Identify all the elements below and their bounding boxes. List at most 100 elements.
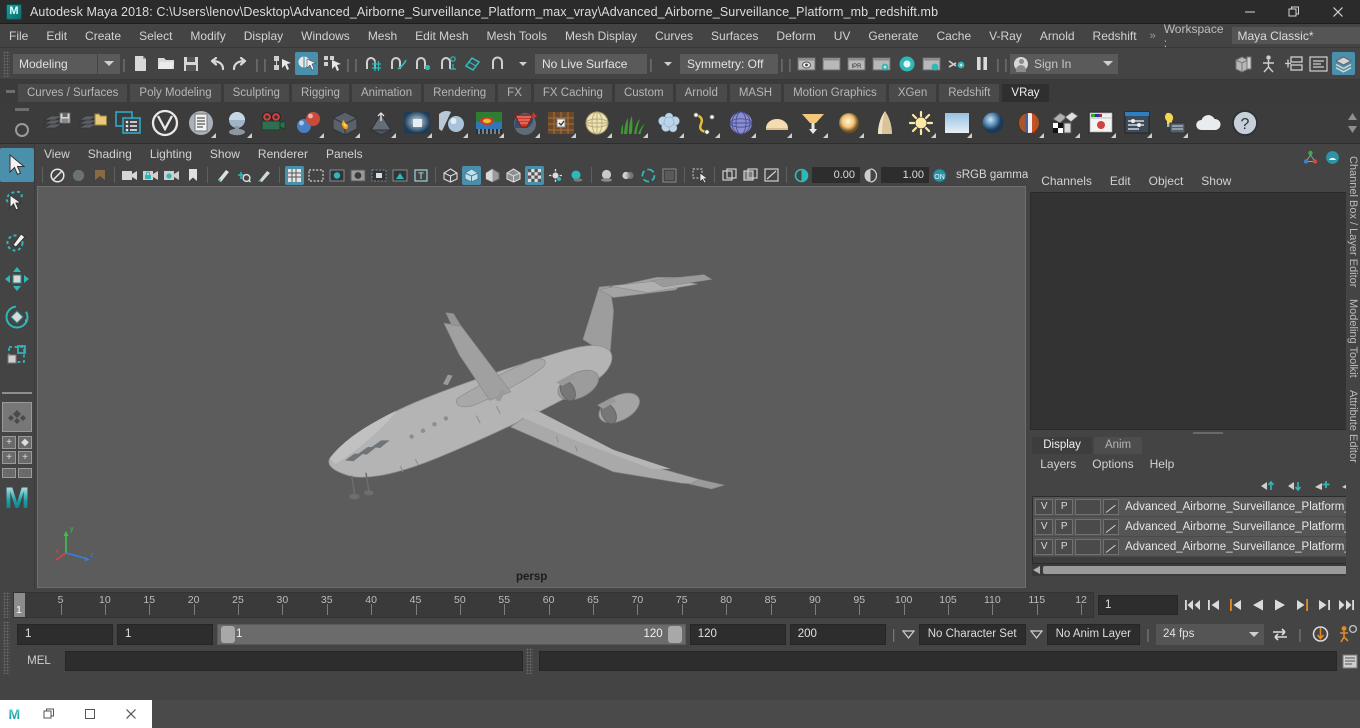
- layout-preset-outliner[interactable]: [2, 468, 16, 478]
- menu-uv[interactable]: UV: [825, 24, 860, 48]
- rangeslider-drag-handle[interactable]: [3, 621, 10, 647]
- exposure-reset-icon[interactable]: [762, 166, 781, 185]
- shelf-tab-poly-modeling[interactable]: Poly Modeling: [129, 83, 222, 102]
- layer-visibility-toggle[interactable]: V: [1035, 538, 1054, 555]
- layer-display-type-toggle[interactable]: [1075, 538, 1102, 555]
- menu-overflow-icon[interactable]: »: [1146, 30, 1160, 42]
- command-language-label[interactable]: MEL: [16, 655, 62, 667]
- vray-lens-effects-icon[interactable]: [544, 106, 578, 140]
- redo-button[interactable]: [229, 52, 252, 75]
- layout-preset-persp[interactable]: ◆: [18, 436, 32, 449]
- animation-preferences-button[interactable]: [1336, 622, 1360, 646]
- menu-mesh-tools[interactable]: Mesh Tools: [478, 24, 556, 48]
- shelf-settings-icon[interactable]: [15, 123, 29, 138]
- layout-presets-grid-2[interactable]: [2, 468, 32, 478]
- shelf-tab-animation[interactable]: Animation: [350, 83, 423, 102]
- viewport-menu-view[interactable]: View: [35, 144, 79, 164]
- select-tool[interactable]: [0, 148, 34, 182]
- perspective-viewport[interactable]: y z x persp: [37, 186, 1027, 588]
- vray-help-icon[interactable]: ?: [1228, 106, 1262, 140]
- layout-preset-four[interactable]: +: [18, 451, 32, 464]
- menu-vray[interactable]: V-Ray: [980, 24, 1031, 48]
- layer-visibility-toggle[interactable]: V: [1035, 498, 1054, 515]
- new-layer-icon[interactable]: [1314, 479, 1331, 492]
- exposure-value-field[interactable]: 0.00: [812, 167, 860, 183]
- move-layer-up-icon[interactable]: [1260, 479, 1277, 492]
- xray-joints-icon[interactable]: [255, 166, 274, 185]
- current-time-indicator[interactable]: 1: [14, 593, 25, 617]
- menu-arnold[interactable]: Arnold: [1031, 24, 1084, 48]
- vray-open-scene-icon[interactable]: [76, 106, 110, 140]
- mel-response-field[interactable]: [539, 651, 1337, 671]
- step-forward-frame-button[interactable]: [1314, 594, 1334, 616]
- vray-env-sphere-icon[interactable]: [724, 106, 758, 140]
- range-end-field[interactable]: 120: [689, 623, 786, 645]
- ipr-render-button[interactable]: IPR: [845, 52, 868, 75]
- vray-cloud-icon[interactable]: [1192, 106, 1226, 140]
- move-tool[interactable]: [0, 262, 34, 296]
- step-back-frame-button[interactable]: [1204, 594, 1224, 616]
- undo-button[interactable]: [204, 52, 227, 75]
- snap-to-grid-button[interactable]: [361, 52, 384, 75]
- shelf-tab-motion-graphics[interactable]: Motion Graphics: [783, 83, 887, 102]
- render-view-button[interactable]: [920, 52, 943, 75]
- layer-name[interactable]: Advanced_Airborne_Surveillance_Platform_…: [1121, 541, 1359, 553]
- playback-loop-button[interactable]: [1268, 622, 1292, 646]
- grease-pencil-icon[interactable]: [213, 166, 232, 185]
- close-button[interactable]: [1316, 0, 1360, 24]
- vray-sky-icon[interactable]: [940, 106, 974, 140]
- tab-display-layers[interactable]: Display: [1032, 437, 1092, 454]
- shelf-tab-arnold[interactable]: Arnold: [674, 83, 728, 102]
- layer-color-swatch[interactable]: [1103, 498, 1120, 515]
- layer-color-swatch[interactable]: [1103, 538, 1120, 555]
- menuset-dropdown-arrow[interactable]: [98, 53, 120, 74]
- gamma-value-field[interactable]: 1.00: [881, 167, 929, 183]
- smooth-shade-selected-icon[interactable]: [483, 166, 502, 185]
- vray-clipper-icon[interactable]: [580, 106, 614, 140]
- statusbar-drag-handle[interactable]: [3, 50, 10, 77]
- vray-save-scene-icon[interactable]: [40, 106, 74, 140]
- menu-modify[interactable]: Modify: [181, 24, 234, 48]
- shadows-icon[interactable]: [390, 166, 409, 185]
- animation-end-time-field[interactable]: 200: [789, 623, 886, 645]
- vray-ies-light-icon[interactable]: [796, 106, 830, 140]
- ao-display-icon[interactable]: [597, 166, 616, 185]
- menu-redshift[interactable]: Redshift: [1084, 24, 1146, 48]
- camera-settings-icon[interactable]: [162, 166, 181, 185]
- hypershade-button[interactable]: [895, 52, 918, 75]
- resolution-gate-icon[interactable]: [327, 166, 346, 185]
- quad-layout-icon[interactable]: [2, 402, 32, 432]
- vray-attributes-icon[interactable]: [1120, 106, 1154, 140]
- symmetry-field[interactable]: Symmetry: Off: [680, 53, 778, 74]
- shelf-tab-fx[interactable]: FX: [497, 83, 532, 102]
- new-scene-button[interactable]: [129, 52, 152, 75]
- play-backwards-button[interactable]: [1248, 594, 1268, 616]
- layer-color-swatch[interactable]: [1103, 518, 1120, 535]
- layout-preset-two[interactable]: +: [2, 451, 16, 464]
- vray-fur-icon[interactable]: [616, 106, 650, 140]
- show-hide-modeling-toolkit-button[interactable]: [1232, 52, 1255, 75]
- animation-start-time-field[interactable]: 1: [17, 623, 113, 645]
- taskbar-restore-button[interactable]: [29, 700, 70, 728]
- shelf-tab-curves-surfaces[interactable]: Curves / Surfaces: [17, 83, 129, 102]
- motion-blur-icon[interactable]: [618, 166, 637, 185]
- snap-to-projected-center-button[interactable]: [436, 52, 459, 75]
- commandline-splitter[interactable]: [526, 648, 533, 674]
- vray-render-settings-icon[interactable]: [112, 106, 146, 140]
- shelf-tab-vray[interactable]: VRay: [1001, 83, 1050, 102]
- camera-icon[interactable]: [120, 166, 139, 185]
- channelbox-menu-show[interactable]: Show: [1192, 170, 1240, 192]
- menu-windows[interactable]: Windows: [292, 24, 359, 48]
- scale-tool[interactable]: [0, 338, 34, 372]
- channel-box-content[interactable]: [1030, 192, 1360, 430]
- menu-cache[interactable]: Cache: [927, 24, 980, 48]
- layer-name[interactable]: Advanced_Airborne_Surveillance_Platform_…: [1121, 521, 1359, 533]
- taskbar-close-button[interactable]: [111, 700, 152, 728]
- layer-name[interactable]: Advanced_Airborne_Surveillance_Platform_…: [1121, 501, 1359, 513]
- select-by-hierarchy-button[interactable]: [270, 52, 293, 75]
- vray-sphere-light2-icon[interactable]: [832, 106, 866, 140]
- wireframe-on-shaded-icon[interactable]: [504, 166, 523, 185]
- redo-render-button[interactable]: [820, 52, 843, 75]
- commandline-drag-handle[interactable]: [3, 648, 10, 674]
- viewport-menu-shading[interactable]: Shading: [79, 144, 141, 164]
